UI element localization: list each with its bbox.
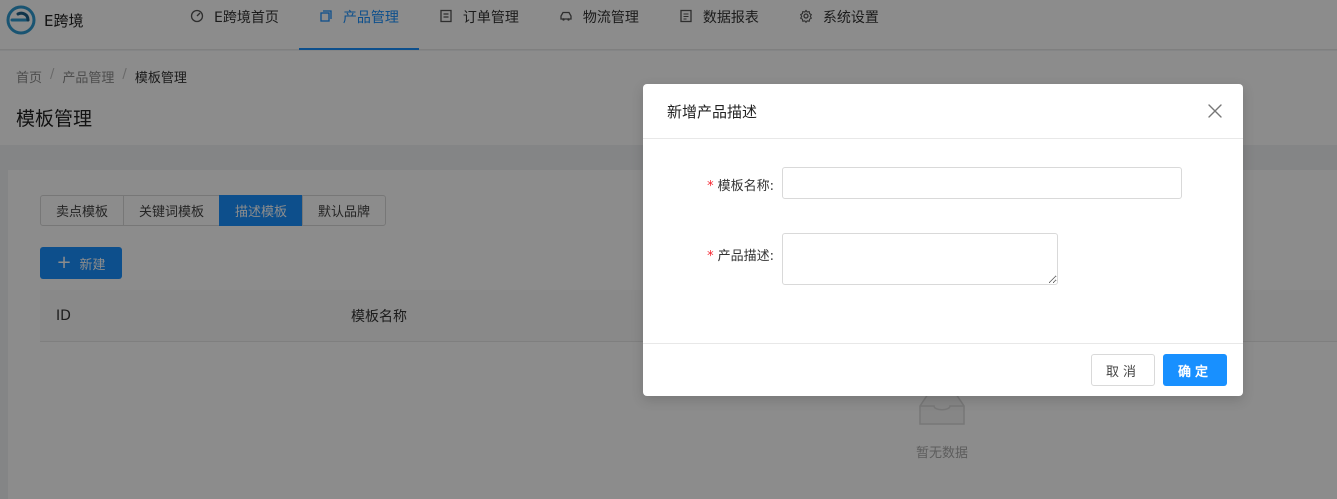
template-name-input[interactable] bbox=[782, 167, 1182, 199]
confirm-button[interactable]: 确定 bbox=[1163, 354, 1227, 386]
required-mark: * bbox=[707, 179, 714, 194]
app-root: E跨境 E跨境首页 产品管理 订单管理 物流管理 数据报表 系统设置 首页 / … bbox=[0, 0, 1337, 499]
product-description-textarea[interactable] bbox=[782, 233, 1058, 285]
modal-title: 新增产品描述 bbox=[667, 103, 758, 121]
add-description-modal: 新增产品描述 * 模板名称: * 产品描述: 取消 确定 bbox=[643, 84, 1243, 396]
modal-footer: 取消 确定 bbox=[643, 343, 1243, 396]
required-mark: * bbox=[707, 249, 714, 264]
product-description-label-text: 产品描述: bbox=[717, 249, 774, 264]
modal-header: 新增产品描述 bbox=[643, 84, 1243, 139]
template-name-label: * 模板名称: bbox=[644, 175, 774, 194]
template-name-label-text: 模板名称: bbox=[717, 179, 774, 194]
product-description-label: * 产品描述: bbox=[644, 245, 774, 264]
cancel-button[interactable]: 取消 bbox=[1091, 354, 1155, 386]
close-icon[interactable] bbox=[1207, 103, 1223, 119]
